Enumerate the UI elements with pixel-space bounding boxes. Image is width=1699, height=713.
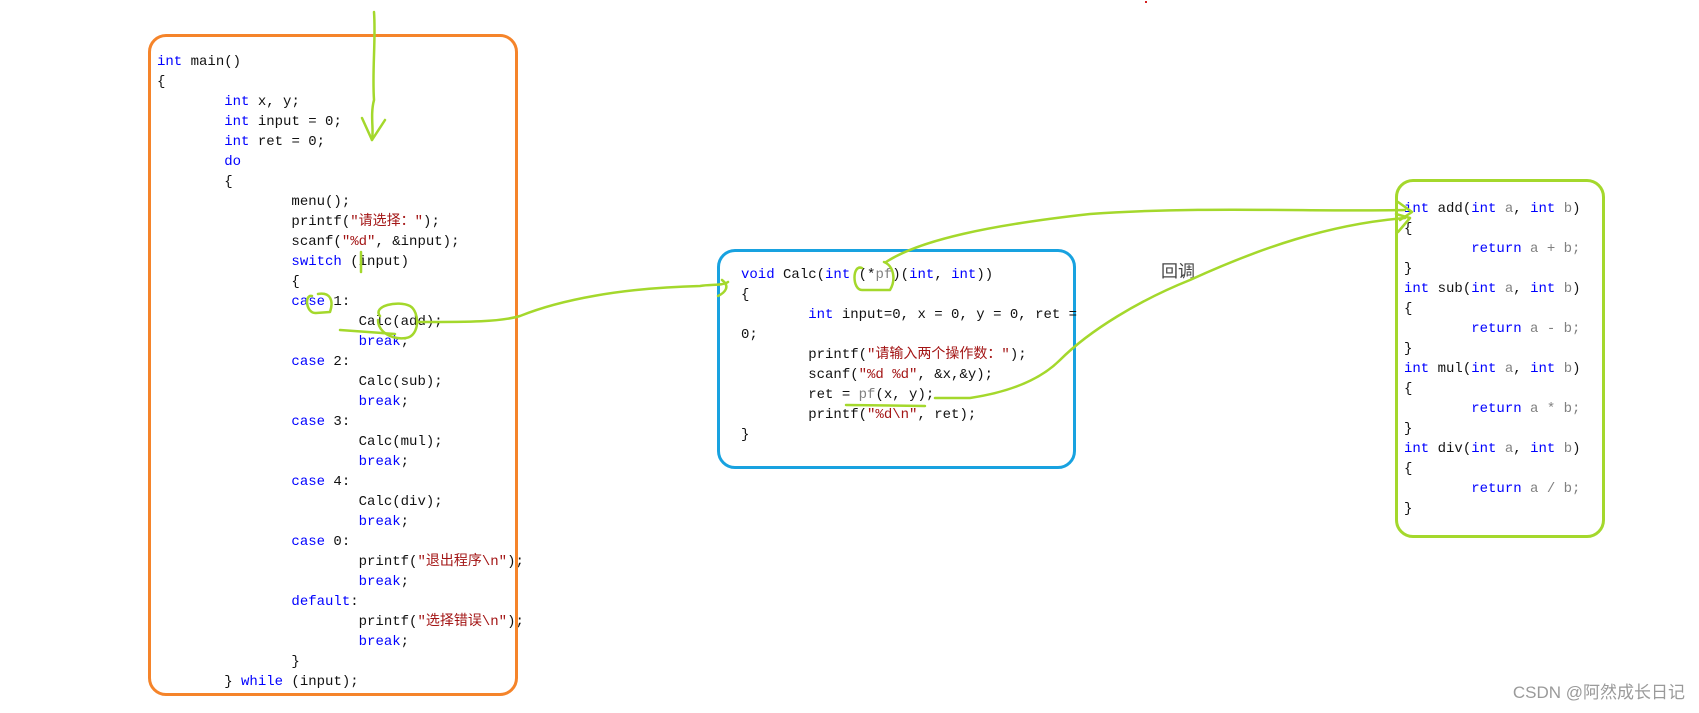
pf-call-to-add-connector xyxy=(933,216,1407,400)
calc-underline xyxy=(338,328,397,336)
pf-call-underline xyxy=(844,403,927,408)
pf-to-add-connector xyxy=(884,208,1407,264)
entry-arrow-shaft xyxy=(370,10,376,142)
csdn-watermark: CSDN @阿然成长日记 xyxy=(1512,683,1685,702)
add-arrow-head-bottom xyxy=(1394,212,1412,234)
add-to-calc-connector xyxy=(416,280,730,324)
pf-param-circle xyxy=(853,260,895,292)
calc-entry-hook xyxy=(716,278,728,298)
annotation-strokes xyxy=(305,10,1414,408)
case1-circle xyxy=(305,292,333,315)
